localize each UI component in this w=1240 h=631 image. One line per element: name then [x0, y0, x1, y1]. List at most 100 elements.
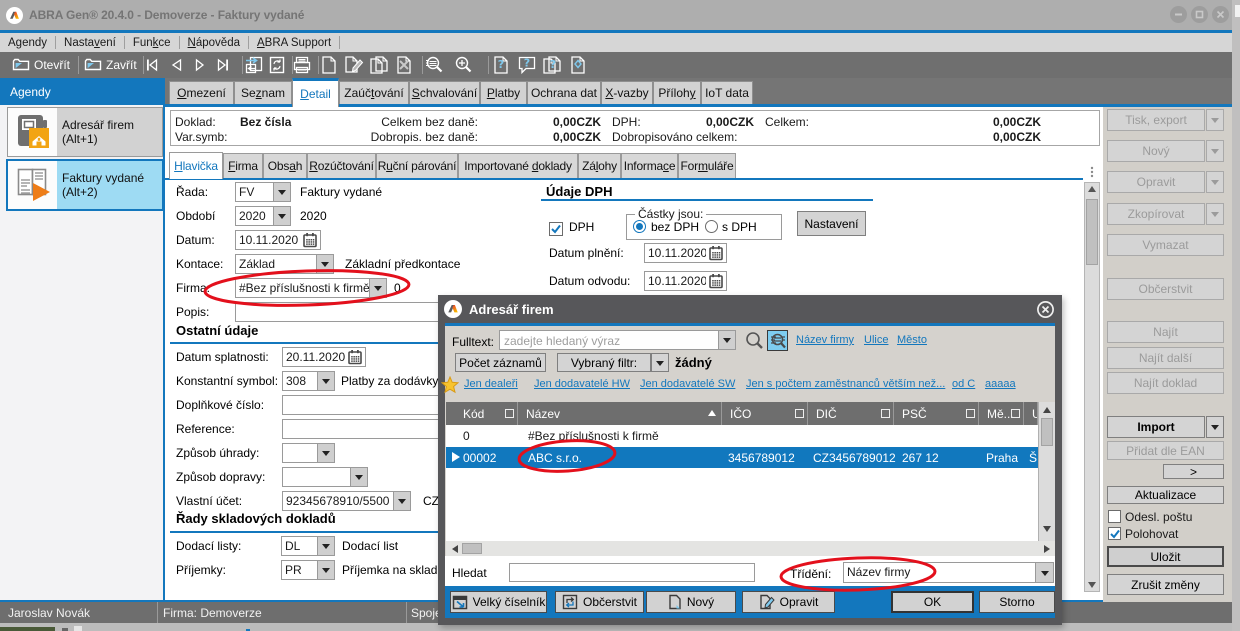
firma-combo[interactable]: #Bez příslušnosti k firmě	[235, 278, 387, 298]
dropdown-arrow-icon[interactable]	[369, 279, 386, 297]
obcerstvit-button[interactable]: Občerstvit	[1107, 278, 1224, 300]
hledat-input[interactable]	[509, 563, 755, 582]
fulltext-input[interactable]	[500, 331, 718, 349]
print-icon[interactable]	[291, 54, 313, 76]
filter-link-jen-dodavatele-sw[interactable]: Jen dodavatelé SW	[640, 378, 735, 390]
velky-ciselnik-button[interactable]: Velký číselník	[450, 591, 547, 613]
column-header-dic[interactable]: DIČ	[808, 402, 894, 425]
table-vscrollbar[interactable]	[1038, 402, 1055, 541]
aktualizace-button[interactable]: Aktualizace	[1107, 486, 1224, 504]
dropdown-arrow-icon[interactable]	[393, 492, 410, 510]
column-filter-icon[interactable]	[505, 409, 514, 418]
favorite-star-icon[interactable]	[441, 376, 459, 397]
tab-detail[interactable]: Detail	[292, 78, 339, 107]
close-icon[interactable]	[1212, 6, 1229, 23]
import-button[interactable]: Import	[1107, 416, 1205, 438]
datum-input[interactable]: 10.11.2020	[235, 230, 321, 250]
window-switch-icon[interactable]	[243, 54, 265, 76]
column-header-mesto[interactable]: Mě...	[979, 402, 1024, 425]
dph-checkbox[interactable]	[549, 222, 563, 236]
sort-link-ulice[interactable]: Ulice	[864, 334, 888, 346]
ucet-combo[interactable]: 92345678910/5500	[282, 491, 411, 511]
tisk-export-button[interactable]: Tisk, export	[1107, 109, 1205, 131]
rada-combo[interactable]: FV	[235, 182, 291, 202]
tab-x-vazby[interactable]: X-vazby	[601, 81, 653, 104]
scroll-right-icon[interactable]	[1044, 545, 1050, 553]
doc-delete-icon[interactable]	[393, 54, 415, 76]
column-filter-icon[interactable]	[795, 409, 804, 418]
help-bubble-icon[interactable]: ?	[516, 54, 538, 76]
scroll-left-icon[interactable]	[452, 545, 458, 553]
dialog-title-bar[interactable]: Adresář firem	[438, 295, 1062, 323]
nav-next-icon[interactable]	[189, 54, 211, 76]
table-row-selected[interactable]: 00002 ABC s.r.o. 3456789012 CZ3456789012…	[446, 447, 1038, 468]
filter-link-jen-dodavatele-hw[interactable]: Jen dodavatelé HW	[534, 378, 630, 390]
tab-zauctovani[interactable]: Zaúčtování	[339, 81, 409, 104]
menu-item-0[interactable]: Agendy	[0, 37, 55, 49]
column-header-ico[interactable]: IČO	[722, 402, 808, 425]
column-filter-icon[interactable]	[881, 409, 890, 418]
column-filter-icon[interactable]	[1011, 409, 1020, 418]
scrollbar-thumb[interactable]	[1086, 199, 1098, 265]
doprava-combo[interactable]	[282, 467, 368, 487]
column-header-ulice[interactable]: U	[1024, 402, 1038, 425]
table-hscrollbar[interactable]	[446, 541, 1055, 556]
help-doc-icon[interactable]: ?	[490, 54, 512, 76]
zkopirovat-button[interactable]: Zkopírovat	[1107, 203, 1205, 225]
tab-ochrana-dat[interactable]: Ochrana dat	[527, 81, 601, 104]
menu-item-2[interactable]: Funkce	[125, 37, 179, 49]
menu-item-3[interactable]: Nápověda	[180, 37, 248, 49]
novy-button[interactable]: Nový	[646, 591, 736, 613]
detail-tab-obsah[interactable]: Obsah	[263, 153, 307, 178]
column-header-psc[interactable]: PSČ	[894, 402, 979, 425]
dropdown-arrow-icon[interactable]	[316, 255, 333, 273]
najit-dalsi-button[interactable]: Najít další	[1107, 347, 1224, 369]
pocet-zaznamu-button[interactable]: Počet záznamů	[455, 353, 546, 372]
filter-link-od-c[interactable]: od C	[952, 378, 975, 390]
odvod-input[interactable]: 10.11.2020	[644, 271, 727, 291]
tisk-export-dropdown-icon[interactable]	[1206, 109, 1224, 131]
pridat-dle-ean-button[interactable]: Přidat dle EAN	[1107, 441, 1224, 460]
nav-prev-icon[interactable]	[165, 54, 187, 76]
sidebar-item-adresar-firem[interactable]: Adresář firem(Alt+1)	[7, 107, 163, 157]
dropdown-arrow-icon[interactable]	[317, 537, 334, 555]
fulltext-search-toggle[interactable]	[767, 330, 788, 351]
zkopirovat-dropdown-icon[interactable]	[1206, 203, 1224, 225]
calendar-icon[interactable]	[300, 231, 320, 249]
nav-last-icon[interactable]	[211, 54, 233, 76]
detail-tab-firma[interactable]: Firma	[223, 153, 263, 178]
opravit-button[interactable]: Opravit	[742, 591, 835, 613]
nav-first-icon[interactable]	[142, 54, 164, 76]
dropdown-arrow-icon[interactable]	[317, 561, 334, 579]
dropdown-arrow-icon[interactable]	[317, 444, 334, 462]
column-header-nazev[interactable]: Název	[518, 402, 722, 425]
dropdown-arrow-icon[interactable]	[273, 183, 290, 201]
scroll-up-icon[interactable]	[1043, 407, 1051, 413]
dropdown-arrow-icon[interactable]	[350, 468, 367, 486]
search-zoom-out-icon[interactable]	[424, 54, 446, 76]
obcerstvit-button[interactable]: Občerstvit	[555, 591, 644, 613]
opravit-button[interactable]: Opravit	[1107, 171, 1205, 193]
odesl-postu-checkbox[interactable]	[1108, 510, 1121, 523]
doc-new-icon[interactable]	[318, 54, 340, 76]
trideni-combo[interactable]: Název firmy	[843, 562, 1054, 583]
najit-button[interactable]: Najít	[1107, 321, 1224, 343]
filter-link-aaaaa[interactable]: aaaaa	[985, 378, 1016, 390]
tab-schvalovani[interactable]: Schvalování	[409, 81, 480, 104]
uhrada-combo[interactable]	[282, 443, 335, 463]
scrollbar-thumb[interactable]	[1041, 418, 1053, 446]
minimize-icon[interactable]	[1170, 6, 1187, 23]
tab-iot-data[interactable]: IoT data	[701, 81, 753, 104]
splatnost-input[interactable]: 20.11.2020	[282, 347, 366, 367]
sort-link-nazev-firmy[interactable]: Název firmy	[796, 334, 854, 346]
menu-item-1[interactable]: Nastavení	[56, 37, 124, 49]
kontace-combo[interactable]: Základ	[235, 254, 334, 274]
sort-link-mesto[interactable]: Město	[897, 334, 927, 346]
vybrany-filtr-dropdown-icon[interactable]	[651, 353, 669, 372]
plneni-input[interactable]: 10.11.2020	[644, 243, 727, 263]
form-scrollbar[interactable]	[1084, 182, 1100, 592]
search-zoom-in-icon[interactable]	[453, 54, 475, 76]
ok-button[interactable]: OK	[891, 591, 974, 613]
dropdown-arrow-icon[interactable]	[1035, 563, 1053, 582]
scroll-down-icon[interactable]	[1088, 582, 1096, 588]
